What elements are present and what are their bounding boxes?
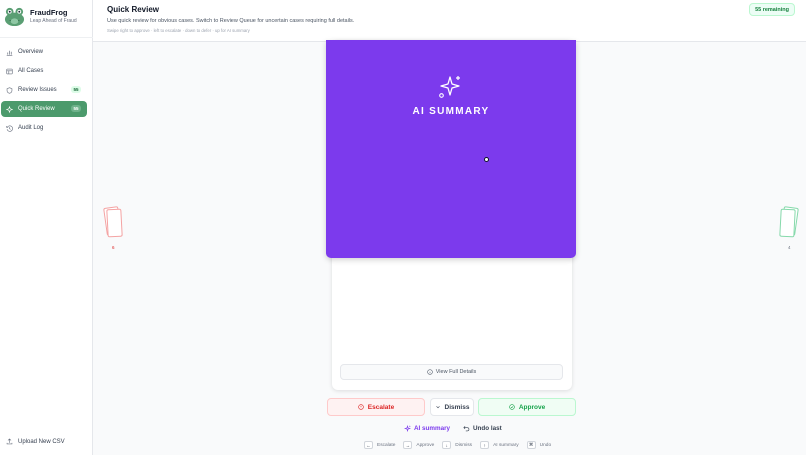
sparkles-icon	[404, 424, 411, 432]
ai-summary-link-label: AI summary	[414, 424, 451, 432]
ai-summary-link[interactable]: AI summary	[404, 423, 450, 433]
approve-button[interactable]: Approve	[478, 398, 576, 416]
count-badge: 55	[70, 86, 81, 93]
brand-tagline: Leap Ahead of Fraud	[30, 18, 77, 24]
sparkle-icon	[6, 105, 13, 113]
sidebar: FraudFrog Leap Ahead of Fraud Overview A…	[0, 0, 93, 455]
ai-summary-title: AI SUMMARY	[412, 106, 490, 117]
shortcut-label: Undo	[539, 442, 552, 448]
info-icon	[427, 369, 433, 375]
undo-last-button[interactable]: Undo last	[463, 423, 502, 433]
shortcut-key: ↓	[442, 441, 452, 449]
shortcut-label: Escalate	[377, 442, 396, 448]
sidebar-item-label: Overview	[18, 49, 44, 55]
sidebar-item-all-cases[interactable]: All Cases	[1, 63, 87, 79]
escalated-stack[interactable]	[103, 206, 124, 242]
sidebar-item-overview[interactable]: Overview	[1, 44, 87, 60]
shortcut-label: AI summary	[493, 442, 519, 448]
sidebar-item-label: Quick Review	[18, 106, 55, 112]
upload-label: Upload New CSV	[18, 438, 65, 445]
approved-count: 4	[788, 245, 791, 250]
remaining-badge: 55 remaining	[749, 3, 795, 16]
page-subtitle: Use quick review for obvious cases. Swit…	[107, 18, 355, 24]
brand: FraudFrog Leap Ahead of Fraud	[0, 0, 93, 38]
alert-circle-icon	[358, 404, 364, 410]
undo-label: Undo last	[473, 424, 502, 432]
check-circle-icon	[509, 404, 515, 410]
shortcut-key: ⌘	[526, 441, 536, 449]
ai-summary-card[interactable]: AI SUMMARY	[326, 40, 576, 258]
sparkles-icon	[439, 76, 460, 98]
dismiss-label: Dismiss	[444, 403, 470, 411]
stack-card	[779, 208, 796, 238]
cursor-indicator	[484, 157, 489, 162]
approved-stack[interactable]	[779, 206, 799, 242]
chevron-down-icon	[435, 406, 440, 409]
shortcut-key: ↑	[480, 441, 490, 449]
sidebar-item-label: Audit Log	[18, 125, 44, 131]
shortcut-key: ←	[364, 441, 373, 449]
view-full-details-button[interactable]: View Full Details	[340, 364, 563, 380]
shield-icon	[6, 86, 13, 94]
sidebar-item-audit-log[interactable]: Audit Log	[1, 120, 87, 136]
escalate-button[interactable]: Escalate	[327, 398, 425, 416]
escalate-label: Escalate	[367, 403, 395, 411]
table-icon	[6, 68, 13, 75]
escalated-count: 6	[112, 245, 115, 250]
dismiss-button[interactable]: Dismiss	[430, 398, 474, 416]
sidebar-item-quick-review[interactable]: Quick Review 55	[1, 101, 87, 117]
frog-logo-icon	[4, 7, 25, 27]
sidebar-item-review-issues[interactable]: Review Issues 55	[1, 82, 87, 98]
upload-icon	[6, 438, 13, 445]
shortcut-label: Dismiss	[455, 442, 473, 448]
sidebar-item-label: Review Issues	[18, 87, 57, 93]
approve-label: Approve	[518, 403, 546, 411]
history-icon	[6, 124, 13, 132]
bar-chart-icon	[6, 49, 13, 56]
swipe-hint: Swipe right to approve · left to escalat…	[107, 28, 250, 33]
page-header: Quick Review Use quick review for obviou…	[93, 0, 806, 42]
shortcut-key: →	[403, 441, 413, 449]
sidebar-item-label: All Cases	[18, 68, 44, 74]
stack-card	[106, 208, 123, 238]
view-details-label: View Full Details	[435, 369, 477, 375]
undo-icon	[463, 425, 470, 431]
count-badge: 55	[70, 105, 81, 112]
shortcut-label: Approve	[416, 442, 435, 448]
page-title: Quick Review	[107, 5, 160, 14]
upload-csv-button[interactable]: Upload New CSV	[6, 438, 65, 445]
keyboard-shortcuts: ← Escalate → Approve ↓ Dismiss ↑ AI summ…	[364, 440, 559, 450]
brand-name: FraudFrog	[30, 8, 68, 17]
